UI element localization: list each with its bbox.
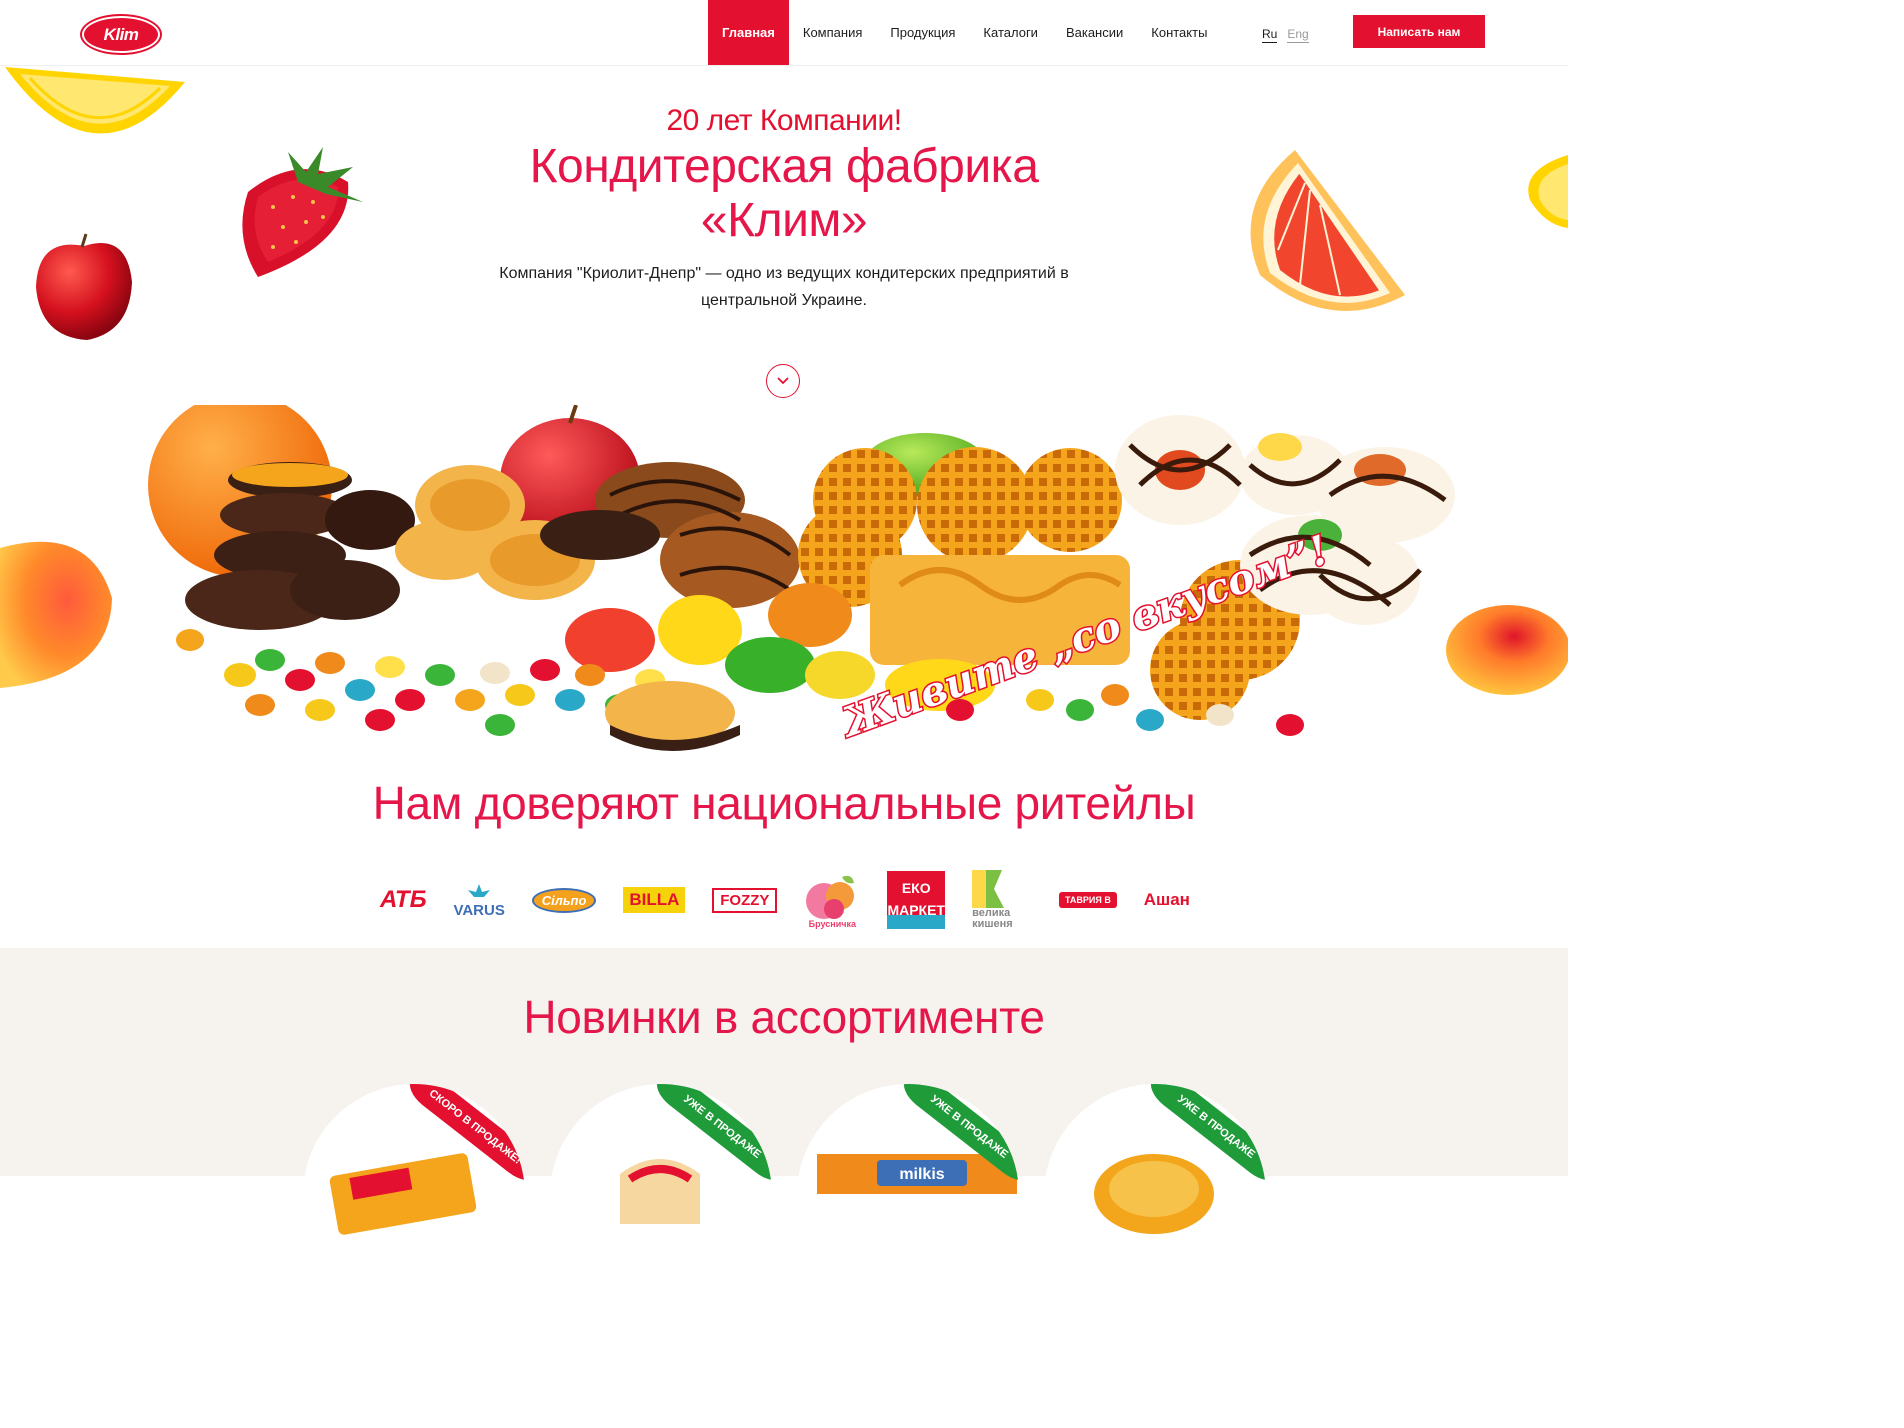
product-image [329, 1153, 477, 1235]
lang-ru[interactable]: Ru [1262, 27, 1278, 43]
anniversary-subtitle: 20 лет Компании! [666, 104, 902, 137]
retail-logos-row: АТБ VARUS Сільпо BILLA FOZZY Брусничка Е… [380, 865, 1190, 935]
page-title: Кондитерская фабрика «Клим» [529, 140, 1039, 247]
sweets-assortment-banner-image: Живите „со вкусом”! [148, 405, 1455, 751]
peach-left-edge-image [0, 541, 112, 688]
atb-logo: АТБ [380, 886, 427, 913]
scroll-down-button[interactable] [766, 364, 800, 398]
strawberry-image [242, 147, 363, 277]
nav-item-catalogs[interactable]: Каталоги [969, 0, 1052, 65]
product-card[interactable]: УЖЕ В ПРОДАЖЕ milkis [797, 1084, 1019, 1306]
main-nav: Главная Компания Продукция Каталоги Вака… [708, 0, 1221, 65]
tavria-logo: ТАВРИЯ В [1059, 867, 1117, 933]
product-image [620, 1159, 700, 1224]
product-card[interactable]: УЖЕ В ПРОДАЖЕ [1044, 1084, 1266, 1306]
nav-item-products[interactable]: Продукция [876, 0, 969, 65]
hero-description: Компания "Криолит-Днепр" — одно из ведущ… [499, 265, 1069, 309]
nav-item-home[interactable]: Главная [708, 0, 789, 65]
fozzy-logo: FOZZY [712, 867, 778, 933]
billa-logo: BILLA [623, 867, 686, 933]
nav-item-vacancies[interactable]: Вакансии [1052, 0, 1137, 65]
velyka-kyshenya-logo: велика кишеня [972, 867, 1032, 933]
varus-logo: VARUS [453, 867, 505, 933]
brusnichka-logo: Брусничка [804, 867, 860, 933]
velyka-kyshenya-mark-icon [972, 870, 1005, 908]
silpo-logo: Сільпо [531, 867, 597, 933]
retail-section-title: Нам доверяют национальные ритейлы [372, 777, 1196, 829]
grapefruit-slice-image [1250, 150, 1405, 311]
product-card[interactable]: УЖЕ В ПРОДАЖЕ [550, 1084, 772, 1306]
brusnichka-berries-icon [806, 875, 855, 919]
auchan-logo: Ашан [1143, 890, 1190, 909]
varus-flower-icon [468, 883, 491, 897]
product-image [1094, 1154, 1214, 1234]
nav-item-company[interactable]: Компания [789, 0, 877, 65]
new-products-section: Новинки в ассортименте СКОРО В ПРОДАЖЕ! … [0, 948, 1568, 1306]
site-header: Klim Главная Компания Продукция Каталоги… [0, 0, 1568, 66]
lemon-slice-right-edge-image [1528, 155, 1568, 228]
write-us-button[interactable]: Написать нам [1353, 15, 1485, 48]
chevron-down-icon [777, 377, 789, 385]
language-switcher: Ru Eng [1262, 27, 1309, 43]
product-image: milkis [817, 1154, 1017, 1194]
svg-text:milkis: milkis [899, 1166, 944, 1183]
product-card[interactable]: СКОРО В ПРОДАЖЕ! [303, 1084, 525, 1306]
lang-en[interactable]: Eng [1287, 27, 1309, 43]
eko-market-logo: ЕКО МАРКЕТ [887, 867, 946, 933]
apple-image [36, 233, 132, 340]
klim-logo[interactable]: Klim [82, 16, 160, 53]
nav-item-contacts[interactable]: Контакты [1137, 0, 1221, 65]
new-products-title: Новинки в ассортименте [523, 991, 1045, 1043]
